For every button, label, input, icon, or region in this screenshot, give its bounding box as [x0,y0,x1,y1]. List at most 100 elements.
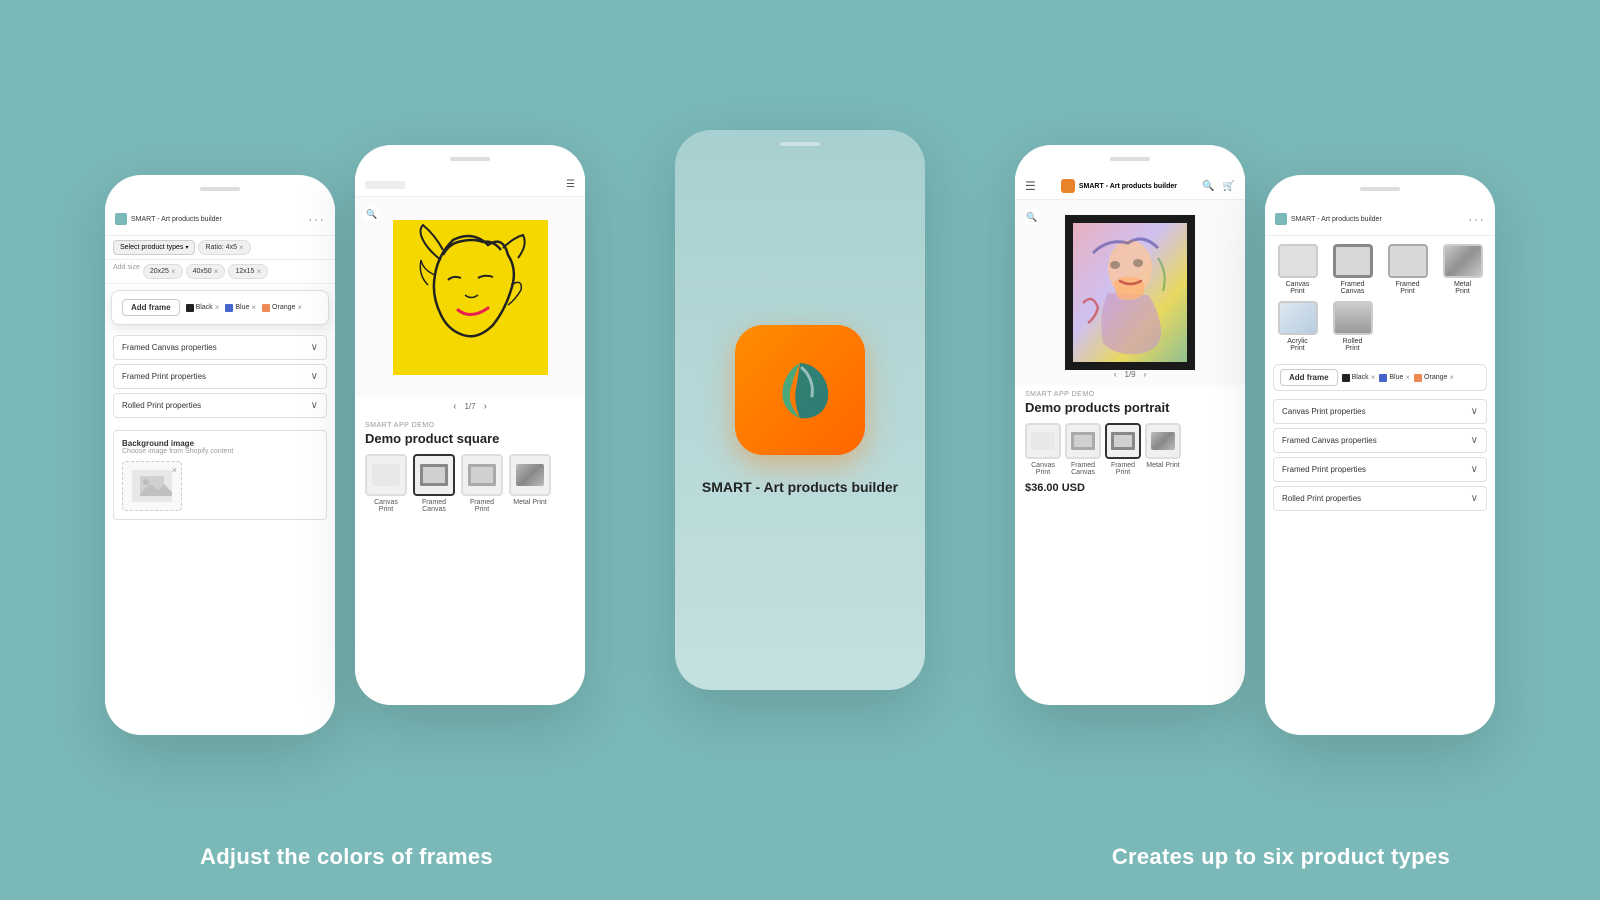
shopify-logo [365,181,405,189]
prop-rolled-print-4[interactable]: Rolled Print properties ∨ [1273,486,1487,511]
type-framed-canvas-3[interactable]: FramedCanvas [1065,423,1101,476]
sketch-svg [393,220,548,375]
properties-list-4: Canvas Print properties ∨ Framed Canvas … [1265,395,1495,519]
color-blue-4[interactable]: Blue × [1379,373,1410,382]
bg-image-thumb[interactable]: × [122,461,182,511]
grid-acrylic-print[interactable]: AcrylicPrint [1273,301,1322,352]
menu-icon-3[interactable]: ☰ [1025,179,1036,193]
page-num-2: 1/7 [464,402,475,411]
caption-left: Adjust the colors of frames [200,844,493,870]
left-section: SMART - Art products builder ··· Select … [105,145,585,735]
product-info-2: SMART APP DEMO Demo product square Canva… [355,416,585,519]
properties-list-1: Framed Canvas properties ∨ Framed Print … [105,331,335,426]
product-title-3: Demo products portrait [1025,400,1235,415]
type-canvas-3[interactable]: CanvasPrint [1025,423,1061,476]
type-canvas-print-2[interactable]: CanvasPrint [365,454,407,513]
pagination-2: ‹ 1/7 › [355,397,585,416]
chip-size-2[interactable]: 40x50× [186,264,226,279]
phone-product-square: ☰ 🔍 [355,145,585,705]
portrait-pagination: ‹ 1/9 › [1015,370,1245,379]
remove-image-btn[interactable]: × [172,465,177,475]
center-section: SMART - Art products builder [675,130,925,690]
product-title-2: Demo product square [365,431,575,446]
add-frame-button[interactable]: Add frame [122,299,180,316]
admin-bar-4: SMART - Art products builder ··· [1265,203,1495,236]
prop-framed-print-4[interactable]: Framed Print properties ∨ [1273,457,1487,482]
caption-right: Creates up to six product types [1112,844,1450,870]
add-frame-button-4[interactable]: Add frame [1280,369,1338,386]
phone-product-portrait: ☰ SMART - Art products builder 🔍 🛒 🔍 [1015,145,1245,705]
admin-title-4: SMART - Art products builder [1291,216,1382,223]
grid-framed-canvas[interactable]: FramedCanvas [1328,244,1377,295]
framed-print-thumb-3 [1105,423,1141,459]
color-orange[interactable]: Orange × [262,303,302,312]
portrait-product-types: CanvasPrint FramedCanvas [1025,423,1235,476]
next-btn-2[interactable]: › [484,401,487,412]
chip-size-3[interactable]: 12x15× [228,264,268,279]
logo-icon-3 [1061,179,1075,193]
type-metal-print-2[interactable]: Metal Print [509,454,551,513]
select-product-types-btn[interactable]: Select product types ▾ [113,240,195,255]
app-icon [735,325,865,455]
framed-canvas-thumb-2 [413,454,455,496]
portrait-image [1073,223,1187,362]
phone-admin-left: SMART - Art products builder ··· Select … [105,175,335,735]
bg-subtitle: Choose image from Shopify content [122,448,318,455]
blue-dot [225,304,233,312]
chip-ratio[interactable]: Ratio: 4x5 × [198,240,250,255]
admin-title-1: SMART - Art products builder [131,216,222,223]
phone-admin-right: SMART - Art products builder ··· CanvasP… [1265,175,1495,735]
nav-title-3: SMART - Art products builder [1079,183,1177,190]
prop-framed-canvas[interactable]: Framed Canvas properties ∨ [113,335,327,360]
product-types-2: CanvasPrint FramedCanvas [365,454,575,513]
bg-section: Background image Choose image from Shopi… [113,430,327,520]
cart-icon-3[interactable]: 🛒 [1223,181,1235,192]
nav-icon-1: ☰ [566,179,575,190]
grid-canvas-print[interactable]: CanvasPrint [1273,244,1322,295]
admin-logo: SMART - Art products builder [115,213,222,225]
prop-canvas-print-4[interactable]: Canvas Print properties ∨ [1273,399,1487,424]
admin-logo-4: SMART - Art products builder [1275,213,1382,225]
prop-framed-canvas-4[interactable]: Framed Canvas properties ∨ [1273,428,1487,453]
grid-metal-print[interactable]: MetalPrint [1438,244,1487,295]
chip-size-1[interactable]: 20x25× [143,264,183,279]
metal-thumb-3 [1145,423,1181,459]
frame-add-bar-4: Add frame Black × Blue × Orange × [1273,364,1487,391]
demo-label-2: SMART APP DEMO [365,422,575,429]
portrait-info: SMART APP DEMO Demo products portrait Ca… [1015,385,1245,500]
grid-framed-print[interactable]: FramedPrint [1383,244,1432,295]
type-framed-canvas-2[interactable]: FramedCanvas [413,454,455,513]
center-phone: SMART - Art products builder [675,130,925,690]
portrait-art-area: 🔍 [1015,200,1245,385]
sketch-artwork [393,220,548,375]
dots-icon-4[interactable]: ··· [1468,211,1485,227]
search-icon-3[interactable]: 🔍 [1202,181,1214,192]
color-black-4[interactable]: Black × [1342,373,1376,382]
prop-framed-print[interactable]: Framed Print properties ∨ [113,364,327,389]
grid-rolled-thumb [1333,301,1373,335]
color-black[interactable]: Black × [186,303,220,312]
zoom-icon-2[interactable]: 🔍 [363,205,381,223]
grid-metal-thumb [1443,244,1483,278]
type-framed-print-2[interactable]: FramedPrint [461,454,503,513]
prev-btn-3[interactable]: ‹ [1114,370,1117,379]
color-blue[interactable]: Blue × [225,303,256,312]
bg-title: Background image [122,439,318,448]
zoom-icon-3[interactable]: 🔍 [1023,208,1041,226]
color-orange-4[interactable]: Orange × [1414,373,1454,382]
dots-icon-1[interactable]: ··· [308,211,325,227]
portrait-svg [1073,223,1187,362]
type-metal-3[interactable]: Metal Print [1145,423,1181,476]
grid-framed-canvas-thumb [1333,244,1373,278]
next-btn-3[interactable]: › [1144,370,1147,379]
demo-label-3: SMART APP DEMO [1025,391,1235,398]
prev-btn-2[interactable]: ‹ [453,401,456,412]
grid-canvas-thumb [1278,244,1318,278]
admin-logo-icon-4 [1275,213,1287,225]
grid-rolled-print[interactable]: RolledPrint [1328,301,1377,352]
size-filter-row: Add size 20x25× 40x50× 12x15× [105,260,335,284]
canvas-thumb-2 [365,454,407,496]
prop-rolled-print[interactable]: Rolled Print properties ∨ [113,393,327,418]
add-size-label: Add size [113,264,140,279]
type-framed-print-3[interactable]: FramedPrint [1105,423,1141,476]
